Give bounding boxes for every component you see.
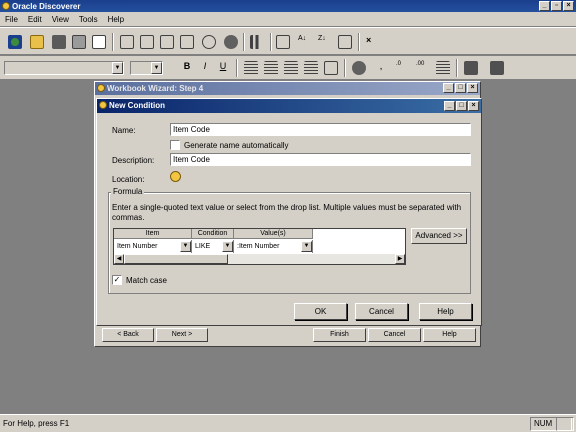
- wizard-finish-button[interactable]: Finish: [313, 328, 366, 342]
- align-center-icon[interactable]: [264, 61, 278, 75]
- chart-icon[interactable]: [250, 35, 264, 49]
- justify-icon[interactable]: [304, 61, 318, 75]
- status-bar: For Help, press F1 NUM: [0, 414, 576, 432]
- menu-edit[interactable]: Edit: [23, 15, 47, 24]
- scroll-right-icon[interactable]: ▶: [395, 254, 405, 264]
- close-button[interactable]: ×: [563, 1, 574, 11]
- auto-name-label: Generate name automatically: [184, 141, 289, 150]
- currency-icon[interactable]: [352, 61, 366, 75]
- decrease-decimal-icon[interactable]: .00: [416, 61, 430, 75]
- name-field[interactable]: Item Code: [170, 123, 471, 136]
- status-message: For Help, press F1: [3, 419, 70, 428]
- advanced-button[interactable]: Advanced >>: [411, 228, 467, 244]
- wizard-title: Workbook Wizard: Step 4: [95, 82, 480, 95]
- location-icon[interactable]: [170, 171, 181, 182]
- menu-tools[interactable]: Tools: [74, 15, 103, 24]
- group-icon[interactable]: [338, 35, 352, 49]
- wizard-icon: [97, 84, 105, 92]
- discoverer-icon: [2, 2, 10, 10]
- dialog-maximize-button[interactable]: □: [456, 101, 467, 111]
- restore-button[interactable]: ▫: [551, 1, 562, 11]
- menu-bar: File Edit View Tools Help: [0, 12, 576, 26]
- cancel-button[interactable]: Cancel: [355, 303, 408, 320]
- formula-label: Formula: [111, 187, 145, 196]
- style-combo[interactable]: ▼: [4, 61, 124, 75]
- list-icon[interactable]: [436, 61, 450, 75]
- save-icon[interactable]: [52, 35, 66, 49]
- bold-button[interactable]: B: [180, 61, 194, 75]
- open-folder-icon[interactable]: [30, 35, 44, 49]
- wizard-minimize-button[interactable]: _: [443, 83, 454, 93]
- wizard-maximize-button[interactable]: □: [455, 83, 466, 93]
- dialog-minimize-button[interactable]: _: [444, 101, 455, 111]
- align-right-icon[interactable]: [284, 61, 298, 75]
- condition-dropdown-icon[interactable]: ▼: [222, 241, 233, 252]
- font-color-icon[interactable]: [490, 61, 504, 75]
- font-size-combo[interactable]: ▼: [130, 61, 163, 75]
- wizard-back-button[interactable]: < Back: [102, 328, 154, 342]
- fill-color-icon[interactable]: [464, 61, 478, 75]
- dialog-title: New Condition: [97, 99, 481, 113]
- help-button[interactable]: Help: [419, 303, 472, 320]
- description-field[interactable]: Item Code: [170, 153, 471, 166]
- select-icon[interactable]: [120, 35, 134, 49]
- app-title: Oracle Discoverer: [12, 1, 81, 11]
- table-icon[interactable]: [140, 35, 154, 49]
- formula-hint: Enter a single-quoted text value or sele…: [112, 203, 462, 222]
- grid-header-values: Value(s): [234, 229, 313, 239]
- wrap-icon[interactable]: [324, 61, 338, 75]
- dialog-close-button[interactable]: ×: [468, 101, 479, 111]
- underline-button[interactable]: U: [216, 61, 230, 75]
- calculation-icon[interactable]: ×: [366, 35, 380, 49]
- print-preview-icon[interactable]: [92, 35, 106, 49]
- sort-za-icon[interactable]: Z↓: [318, 35, 332, 49]
- condition-icon: [99, 101, 107, 109]
- app-title-bar: Oracle Discoverer _ ▫ ×: [0, 0, 576, 12]
- name-label: Name:: [112, 126, 136, 135]
- menu-help[interactable]: Help: [103, 15, 129, 24]
- description-label: Description:: [112, 156, 155, 165]
- main-toolbar: A↓ Z↓ ×: [0, 27, 576, 55]
- italic-button[interactable]: I: [198, 61, 212, 75]
- grid-header-condition: Condition: [192, 229, 234, 239]
- minimize-button[interactable]: _: [539, 1, 550, 11]
- format-toolbar: ▼ ▼ B I U , .0 .00: [0, 56, 576, 80]
- pivot-icon[interactable]: [180, 35, 194, 49]
- condition-grid: Item Condition Value(s) Item Number ▼ LI…: [113, 228, 406, 265]
- sort-icon[interactable]: [276, 35, 290, 49]
- ok-button[interactable]: OK: [294, 303, 347, 320]
- sort-az-icon[interactable]: A↓: [298, 35, 312, 49]
- menu-file[interactable]: File: [0, 15, 23, 24]
- drill-icon[interactable]: [224, 35, 238, 49]
- wizard-next-button[interactable]: Next >: [156, 328, 208, 342]
- wizard-help-button[interactable]: Help: [423, 328, 476, 342]
- increase-decimal-icon[interactable]: .0: [396, 61, 410, 75]
- status-panel-empty: [556, 417, 574, 431]
- new-workbook-icon[interactable]: [8, 35, 22, 49]
- auto-name-checkbox[interactable]: [170, 140, 180, 150]
- menu-view[interactable]: View: [47, 15, 74, 24]
- crosstab-icon[interactable]: [160, 35, 174, 49]
- value-dropdown-icon[interactable]: ▼: [301, 241, 312, 252]
- comma-button[interactable]: ,: [374, 61, 388, 75]
- align-left-icon[interactable]: [244, 61, 258, 75]
- grid-horizontal-scrollbar[interactable]: ◀ ▶: [114, 254, 405, 264]
- chevron-down-icon[interactable]: ▼: [151, 62, 162, 74]
- match-case-checkbox[interactable]: ✓: [112, 275, 122, 285]
- wizard-close-button[interactable]: ×: [467, 83, 478, 93]
- print-icon[interactable]: [72, 35, 86, 49]
- match-case-label: Match case: [126, 276, 167, 285]
- location-label: Location:: [112, 175, 145, 184]
- wizard-cancel-button[interactable]: Cancel: [368, 328, 421, 342]
- grid-header-item: Item: [114, 229, 192, 239]
- item-dropdown-icon[interactable]: ▼: [180, 241, 191, 252]
- new-condition-dialog: New Condition _ □ × Name: Item Code Gene…: [96, 98, 482, 326]
- scroll-thumb[interactable]: [124, 254, 228, 264]
- scroll-left-icon[interactable]: ◀: [114, 254, 124, 264]
- chevron-down-icon[interactable]: ▼: [112, 62, 123, 74]
- find-icon[interactable]: [202, 35, 216, 49]
